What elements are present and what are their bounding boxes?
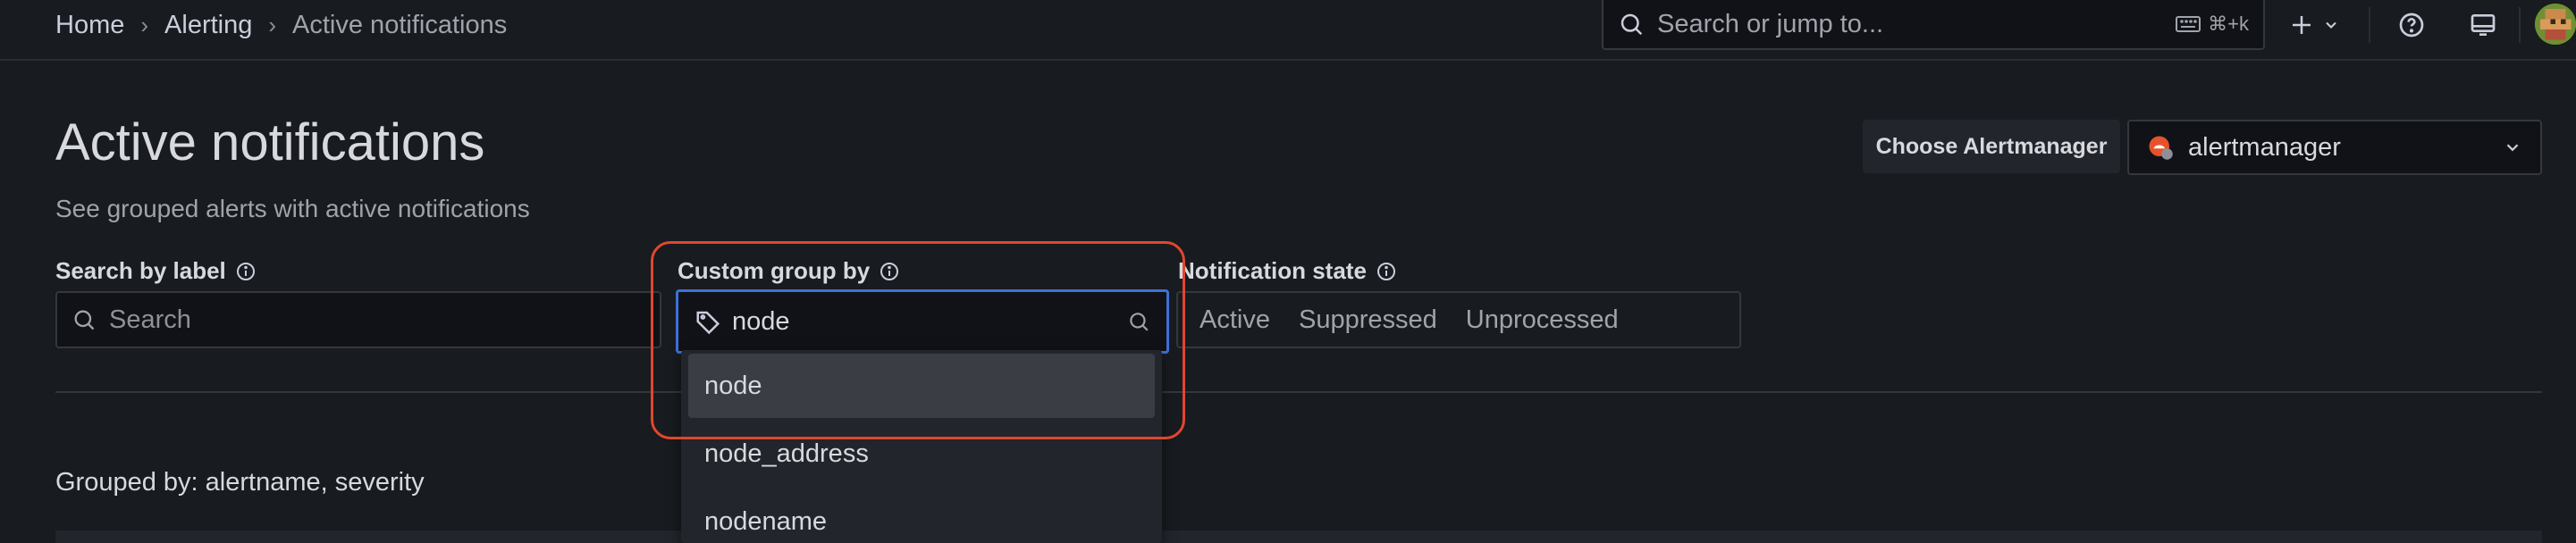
global-search-placeholder: Search or jump to... (1657, 9, 1884, 38)
alertmanager-select[interactable]: alertmanager (2127, 120, 2542, 175)
search-shortcut: ⌘+k (2176, 13, 2249, 36)
keyboard-icon (2176, 16, 2201, 32)
toolbar-divider (2519, 7, 2521, 43)
search-by-label-label: Search by label (55, 257, 257, 285)
monitor-icon (2471, 14, 2496, 36)
chevron-down-icon (2326, 21, 2336, 29)
breadcrumb: Home › Alerting › Active notifications (55, 7, 507, 43)
shortcut-text: ⌘+k (2208, 13, 2249, 35)
breadcrumb-separator: › (268, 11, 277, 38)
search-icon (1130, 313, 1149, 331)
choose-alertmanager-label: Choose Alertmanager (1863, 120, 2120, 173)
help-button[interactable] (2395, 9, 2428, 41)
user-avatar[interactable] (2535, 4, 2576, 45)
help-icon (2399, 13, 2424, 38)
search-icon (74, 310, 95, 330)
breadcrumb-alerting[interactable]: Alerting (164, 11, 252, 40)
chevron-down-icon (2506, 144, 2519, 152)
grouped-by-text: Grouped by: alertname, severity (55, 468, 425, 497)
dropdown-option[interactable]: nodename (688, 489, 1155, 543)
kiosk-mode-button[interactable] (2467, 9, 2499, 41)
search-placeholder: Search (109, 305, 191, 334)
section-divider (55, 391, 2542, 393)
custom-group-by-label: Custom group by (678, 257, 900, 285)
alertmanager-logo-icon (2149, 136, 2173, 160)
global-search-input[interactable]: Search or jump to... ⌘+k (1602, 0, 2265, 50)
breadcrumb-current: Active notifications (292, 10, 508, 39)
custom-group-by-input[interactable]: node (676, 289, 1169, 354)
dropdown-option[interactable]: node (688, 354, 1155, 418)
plus-icon (2293, 16, 2311, 34)
state-option-suppressed[interactable]: Suppressed (1299, 305, 1466, 335)
info-icon[interactable] (235, 261, 257, 282)
page-subtitle: See grouped alerts with active notificat… (55, 195, 530, 222)
state-option-active[interactable]: Active (1192, 305, 1299, 335)
notification-state-text: Notification state (1178, 257, 1367, 284)
search-by-label-input[interactable]: Search (55, 291, 661, 348)
avatar-pixel-icon (2535, 4, 2576, 45)
notification-state-label: Notification state (1178, 257, 1397, 285)
notification-state-radio-group: Active Suppressed Unprocessed (1176, 291, 1741, 348)
search-by-label-text: Search by label (55, 257, 226, 284)
custom-group-by-value: node (732, 306, 790, 336)
page-title: Active notifications (55, 113, 485, 171)
info-icon[interactable] (879, 261, 900, 282)
top-bar: Home › Alerting › Active notifications S… (0, 0, 2576, 61)
state-option-unprocessed[interactable]: Unprocessed (1466, 305, 1647, 335)
search-icon (1621, 13, 1643, 36)
new-menu-button[interactable] (2288, 5, 2340, 45)
group-list-header (55, 530, 2542, 543)
breadcrumb-separator: › (140, 11, 149, 38)
group-by-dropdown: node node_address nodename (681, 350, 1162, 543)
toolbar-divider (2369, 7, 2370, 43)
alertmanager-selected-value: alertmanager (2188, 132, 2341, 162)
info-icon[interactable] (1376, 261, 1397, 282)
breadcrumb-home[interactable]: Home (55, 11, 124, 40)
tag-icon (696, 311, 720, 335)
dropdown-option[interactable]: node_address (688, 422, 1155, 486)
custom-group-by-text: Custom group by (678, 257, 871, 284)
